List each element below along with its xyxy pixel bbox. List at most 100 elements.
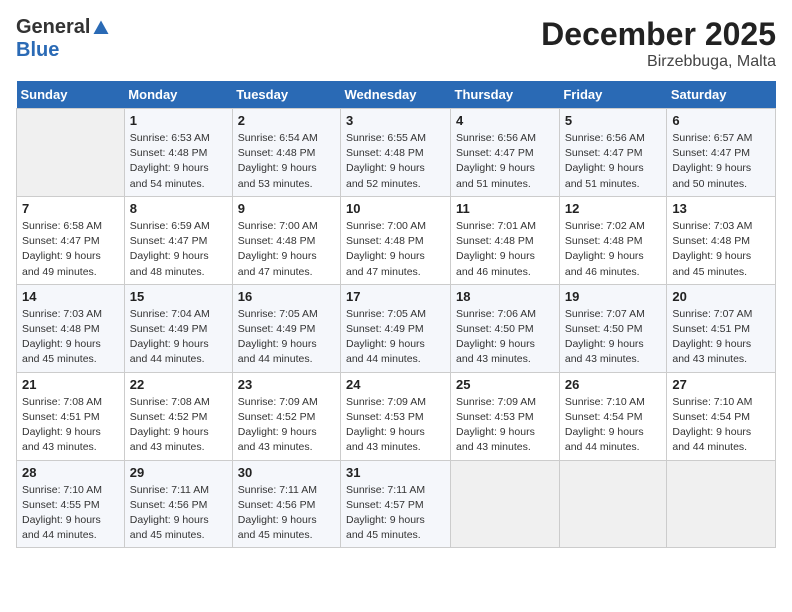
calendar-cell: 9 Sunrise: 7:00 AM Sunset: 4:48 PM Daylig…	[232, 196, 340, 284]
day-info: Sunrise: 7:10 AM Sunset: 4:54 PM Dayligh…	[672, 395, 770, 456]
day-info: Sunrise: 7:11 AM Sunset: 4:57 PM Dayligh…	[346, 483, 445, 544]
calendar-cell: 12Sunrise: 7:02 AM Sunset: 4:48 PM Dayli…	[559, 196, 667, 284]
calendar-cell: 28Sunrise: 7:10 AM Sunset: 4:55 PM Dayli…	[17, 460, 125, 548]
day-info: Sunrise: 6:58 AM Sunset: 4:47 PM Dayligh…	[22, 219, 119, 280]
day-info: Sunrise: 7:06 AM Sunset: 4:50 PM Dayligh…	[456, 307, 554, 368]
calendar-cell: 3Sunrise: 6:55 AM Sunset: 4:48 PM Daylig…	[341, 109, 451, 197]
calendar-cell: 10 Sunrise: 7:00 AM Sunset: 4:48 PM Dayli…	[341, 196, 451, 284]
calendar-title: December 2025	[541, 16, 776, 53]
day-info: Sunrise: 7:08 AM Sunset: 4:52 PM Dayligh…	[130, 395, 227, 456]
day-number: 13	[672, 201, 770, 216]
day-info: Sunrise: 7:08 AM Sunset: 4:51 PM Dayligh…	[22, 395, 119, 456]
calendar-table: SundayMondayTuesdayWednesdayThursdayFrid…	[16, 81, 776, 548]
calendar-header: SundayMondayTuesdayWednesdayThursdayFrid…	[17, 81, 776, 109]
day-info: Sunrise: 7:11 AM Sunset: 4:56 PM Dayligh…	[238, 483, 335, 544]
day-info: Sunrise: 7:07 AM Sunset: 4:50 PM Dayligh…	[565, 307, 662, 368]
day-number: 6	[672, 113, 770, 128]
calendar-week-2: 7 Sunrise: 6:58 AM Sunset: 4:47 PM Daylig…	[17, 196, 776, 284]
day-number: 23	[238, 377, 335, 392]
day-info: Sunrise: 7:03 AM Sunset: 4:48 PM Dayligh…	[22, 307, 119, 368]
day-info: Sunrise: 7:10 AM Sunset: 4:55 PM Dayligh…	[22, 483, 119, 544]
calendar-cell: 21 Sunrise: 7:08 AM Sunset: 4:51 PM Dayli…	[17, 372, 125, 460]
calendar-cell: 30 Sunrise: 7:11 AM Sunset: 4:56 PM Dayli…	[232, 460, 340, 548]
header-day-tuesday: Tuesday	[232, 81, 340, 109]
day-number: 8	[130, 201, 227, 216]
day-number: 26	[565, 377, 662, 392]
day-info: Sunrise: 7:10 AM Sunset: 4:54 PM Dayligh…	[565, 395, 662, 456]
logo-blue: Blue	[16, 39, 59, 61]
day-info: Sunrise: 6:55 AM Sunset: 4:48 PM Dayligh…	[346, 131, 445, 192]
day-info: Sunrise: 7:09 AM Sunset: 4:53 PM Dayligh…	[346, 395, 445, 456]
day-number: 11	[456, 201, 554, 216]
day-info: Sunrise: 6:53 AM Sunset: 4:48 PM Dayligh…	[130, 131, 227, 192]
day-info: Sunrise: 7:11 AM Sunset: 4:56 PM Dayligh…	[130, 483, 227, 544]
calendar-cell: 27 Sunrise: 7:10 AM Sunset: 4:54 PM Dayli…	[667, 372, 776, 460]
calendar-cell: 26 Sunrise: 7:10 AM Sunset: 4:54 PM Dayli…	[559, 372, 667, 460]
calendar-cell: 15Sunrise: 7:04 AM Sunset: 4:49 PM Dayli…	[124, 284, 232, 372]
day-info: Sunrise: 7:05 AM Sunset: 4:49 PM Dayligh…	[238, 307, 335, 368]
day-number: 19	[565, 289, 662, 304]
day-info: Sunrise: 7:01 AM Sunset: 4:48 PM Dayligh…	[456, 219, 554, 280]
day-number: 22	[130, 377, 227, 392]
day-info: Sunrise: 6:57 AM Sunset: 4:47 PM Dayligh…	[672, 131, 770, 192]
calendar-cell: 16 Sunrise: 7:05 AM Sunset: 4:49 PM Dayli…	[232, 284, 340, 372]
day-number: 20	[672, 289, 770, 304]
calendar-cell: 19 Sunrise: 7:07 AM Sunset: 4:50 PM Dayli…	[559, 284, 667, 372]
day-info: Sunrise: 7:00 AM Sunset: 4:48 PM Dayligh…	[346, 219, 445, 280]
day-info: Sunrise: 7:03 AM Sunset: 4:48 PM Dayligh…	[672, 219, 770, 280]
header-day-monday: Monday	[124, 81, 232, 109]
calendar-cell: 18 Sunrise: 7:06 AM Sunset: 4:50 PM Dayli…	[451, 284, 560, 372]
day-info: Sunrise: 6:54 AM Sunset: 4:48 PM Dayligh…	[238, 131, 335, 192]
header-day-wednesday: Wednesday	[341, 81, 451, 109]
day-info: Sunrise: 6:56 AM Sunset: 4:47 PM Dayligh…	[565, 131, 662, 192]
calendar-week-4: 21 Sunrise: 7:08 AM Sunset: 4:51 PM Dayli…	[17, 372, 776, 460]
logo-general: General	[16, 16, 90, 39]
calendar-body: 1 Sunrise: 6:53 AM Sunset: 4:48 PM Daylig…	[17, 109, 776, 548]
day-number: 5	[565, 113, 662, 128]
day-number: 2	[238, 113, 335, 128]
day-number: 17	[346, 289, 445, 304]
calendar-cell: 4Sunrise: 6:56 AM Sunset: 4:47 PM Daylig…	[451, 109, 560, 197]
day-info: Sunrise: 7:09 AM Sunset: 4:52 PM Dayligh…	[238, 395, 335, 456]
day-number: 10	[346, 201, 445, 216]
calendar-cell: 31 Sunrise: 7:11 AM Sunset: 4:57 PM Dayli…	[341, 460, 451, 548]
calendar-week-1: 1 Sunrise: 6:53 AM Sunset: 4:48 PM Daylig…	[17, 109, 776, 197]
day-number: 9	[238, 201, 335, 216]
day-info: Sunrise: 7:00 AM Sunset: 4:48 PM Dayligh…	[238, 219, 335, 280]
calendar-cell: 23 Sunrise: 7:09 AM Sunset: 4:52 PM Dayli…	[232, 372, 340, 460]
header-day-friday: Friday	[559, 81, 667, 109]
calendar-cell: 6 Sunrise: 6:57 AM Sunset: 4:47 PM Daylig…	[667, 109, 776, 197]
calendar-cell: 11 Sunrise: 7:01 AM Sunset: 4:48 PM Dayli…	[451, 196, 560, 284]
day-number: 21	[22, 377, 119, 392]
header-day-saturday: Saturday	[667, 81, 776, 109]
day-number: 4	[456, 113, 554, 128]
calendar-cell: 25Sunrise: 7:09 AM Sunset: 4:53 PM Dayli…	[451, 372, 560, 460]
header-day-thursday: Thursday	[451, 81, 560, 109]
day-number: 18	[456, 289, 554, 304]
calendar-cell	[667, 460, 776, 548]
page-header: General Blue December 2025 Birzebbuga, M…	[16, 16, 776, 71]
day-number: 31	[346, 465, 445, 480]
day-number: 7	[22, 201, 119, 216]
calendar-subtitle: Birzebbuga, Malta	[541, 53, 776, 71]
calendar-cell: 5 Sunrise: 6:56 AM Sunset: 4:47 PM Daylig…	[559, 109, 667, 197]
calendar-cell: 29Sunrise: 7:11 AM Sunset: 4:56 PM Dayli…	[124, 460, 232, 548]
calendar-cell: 14 Sunrise: 7:03 AM Sunset: 4:48 PM Dayli…	[17, 284, 125, 372]
day-number: 24	[346, 377, 445, 392]
calendar-cell: 20Sunrise: 7:07 AM Sunset: 4:51 PM Dayli…	[667, 284, 776, 372]
day-number: 16	[238, 289, 335, 304]
calendar-cell: 17Sunrise: 7:05 AM Sunset: 4:49 PM Dayli…	[341, 284, 451, 372]
calendar-cell: 1 Sunrise: 6:53 AM Sunset: 4:48 PM Daylig…	[124, 109, 232, 197]
day-number: 27	[672, 377, 770, 392]
day-number: 12	[565, 201, 662, 216]
day-number: 1	[130, 113, 227, 128]
calendar-cell: 7 Sunrise: 6:58 AM Sunset: 4:47 PM Daylig…	[17, 196, 125, 284]
day-number: 14	[22, 289, 119, 304]
calendar-cell: 22 Sunrise: 7:08 AM Sunset: 4:52 PM Dayli…	[124, 372, 232, 460]
calendar-cell	[17, 109, 125, 197]
calendar-week-3: 14 Sunrise: 7:03 AM Sunset: 4:48 PM Dayli…	[17, 284, 776, 372]
calendar-week-5: 28Sunrise: 7:10 AM Sunset: 4:55 PM Dayli…	[17, 460, 776, 548]
day-number: 15	[130, 289, 227, 304]
day-number: 30	[238, 465, 335, 480]
day-info: Sunrise: 6:59 AM Sunset: 4:47 PM Dayligh…	[130, 219, 227, 280]
